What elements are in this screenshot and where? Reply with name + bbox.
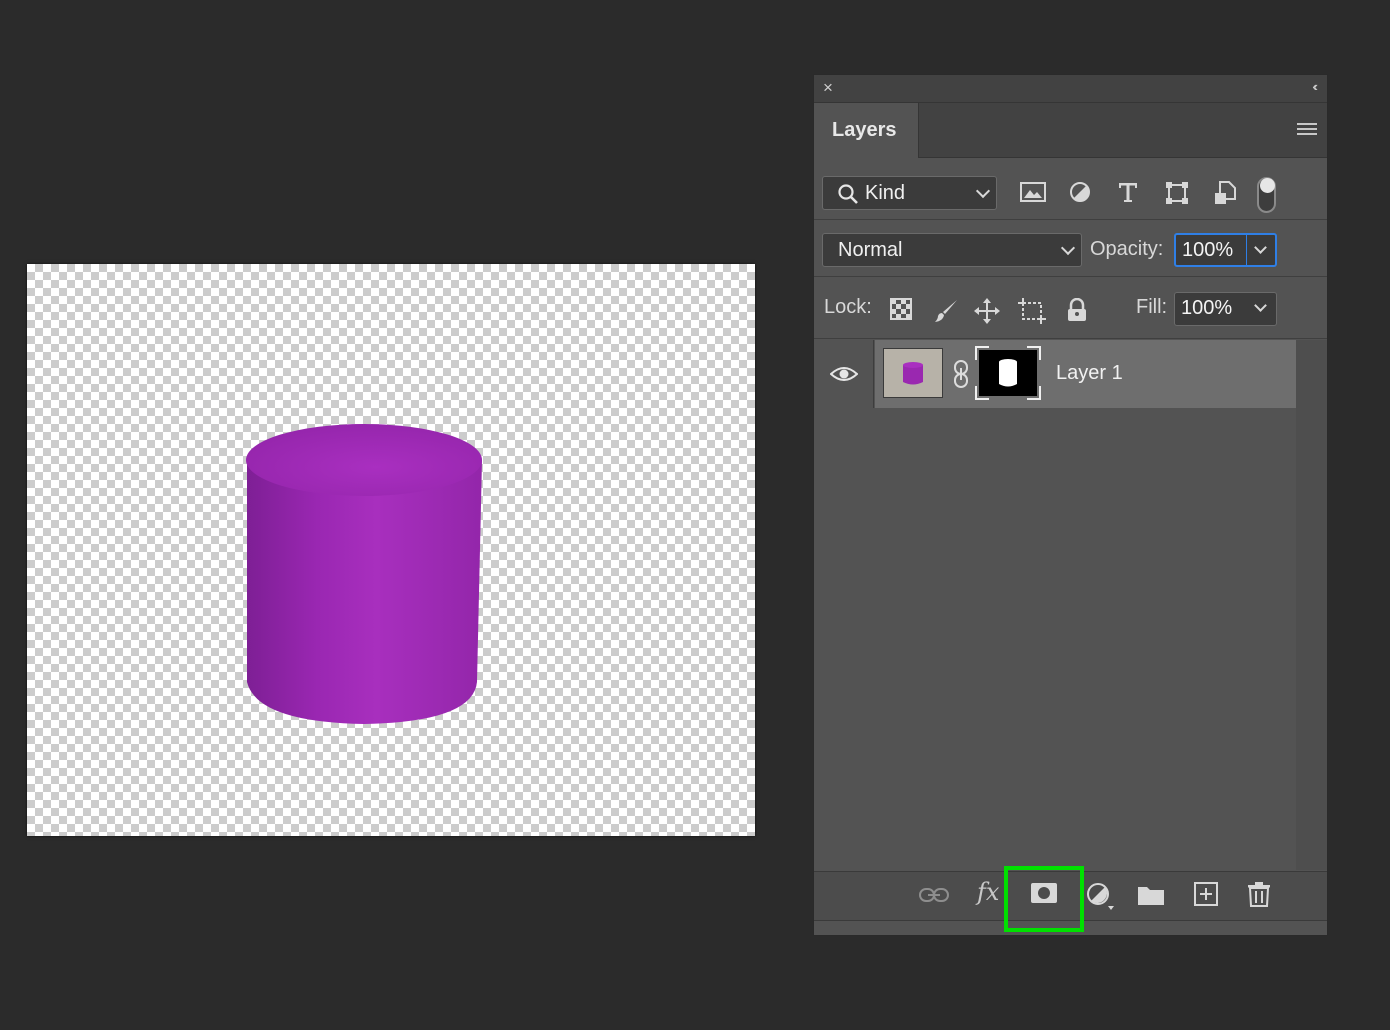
lock-artboard-icon[interactable] — [1018, 298, 1046, 324]
filter-row: Kind — [814, 159, 1327, 220]
layer-item[interactable]: Layer 1 — [875, 340, 1296, 408]
blend-row: Normal Opacity: 100% — [814, 221, 1327, 277]
filter-kind-label: Kind — [865, 182, 906, 204]
lock-image-pixels-icon[interactable] — [933, 298, 959, 324]
adjustment-filter-icon[interactable] — [1069, 181, 1091, 203]
layer-mask-thumbnail[interactable] — [975, 346, 1041, 400]
purple-cylinder — [246, 424, 482, 724]
layer-visibility-toggle[interactable] — [814, 340, 874, 408]
layer-style-button[interactable]: fx — [977, 878, 999, 906]
close-panel-button[interactable]: × — [823, 79, 833, 97]
blend-mode-value: Normal — [838, 239, 903, 261]
blend-mode-select[interactable]: Normal — [822, 233, 1082, 267]
highlight-box — [1004, 866, 1084, 932]
lock-all-icon[interactable] — [1066, 298, 1088, 322]
fill-input[interactable]: 100% — [1174, 292, 1248, 326]
panel-menu-icon[interactable] — [1297, 123, 1317, 138]
cylinder-thumbnail-icon — [903, 362, 923, 385]
filter-toggle-switch[interactable] — [1257, 177, 1276, 213]
collapse-panel-button[interactable]: ‹‹ — [1312, 79, 1317, 94]
lock-transparent-pixels-icon[interactable] — [890, 298, 912, 320]
fill-label: Fill: — [1136, 296, 1168, 318]
layers-scrollbar[interactable] — [1296, 340, 1327, 870]
adjustment-layer-button[interactable] — [1086, 882, 1116, 912]
eye-icon — [830, 367, 858, 381]
tab-layers-label: Layers — [832, 119, 897, 141]
lock-position-icon[interactable] — [974, 298, 1000, 324]
layer-row[interactable]: Layer 1 — [814, 340, 1296, 408]
layer-thumbnail[interactable] — [883, 348, 943, 398]
mask-link-icon[interactable] — [953, 360, 969, 388]
smart-object-filter-icon[interactable] — [1214, 181, 1236, 205]
search-icon — [838, 184, 858, 204]
layer-name[interactable]: Layer 1 — [1056, 362, 1123, 385]
shape-filter-icon[interactable] — [1165, 181, 1189, 205]
chevron-down-icon — [1254, 299, 1267, 312]
link-layers-icon[interactable] — [919, 886, 949, 904]
opacity-input[interactable]: 100% — [1174, 233, 1248, 267]
layers-bottom-toolbar: fx — [814, 866, 1327, 932]
filter-kind-select[interactable]: Kind — [822, 176, 997, 210]
opacity-dropdown-button[interactable] — [1247, 233, 1277, 267]
layers-panel: × ‹‹ Layers Kind Normal Opacity: 100% Lo… — [813, 74, 1328, 936]
type-filter-icon[interactable] — [1117, 181, 1139, 203]
lock-label: Lock: — [824, 296, 872, 318]
chevron-down-icon — [1060, 240, 1076, 256]
chevron-down-icon — [975, 183, 991, 199]
fill-dropdown-button[interactable] — [1247, 292, 1277, 326]
delete-layer-icon[interactable] — [1247, 881, 1271, 907]
lock-row: Lock: Fill: 100% — [814, 278, 1327, 339]
panel-title-bar: × ‹‹ — [814, 75, 1327, 103]
new-group-folder-icon[interactable] — [1137, 884, 1165, 906]
panel-tab-bar: Layers — [814, 103, 1327, 158]
chevron-down-icon — [1254, 241, 1267, 254]
document-canvas[interactable] — [27, 264, 755, 836]
opacity-label: Opacity: — [1090, 238, 1164, 260]
new-layer-icon[interactable] — [1194, 882, 1218, 906]
tab-layers[interactable]: Layers — [814, 103, 919, 158]
image-filter-icon[interactable] — [1020, 181, 1046, 203]
